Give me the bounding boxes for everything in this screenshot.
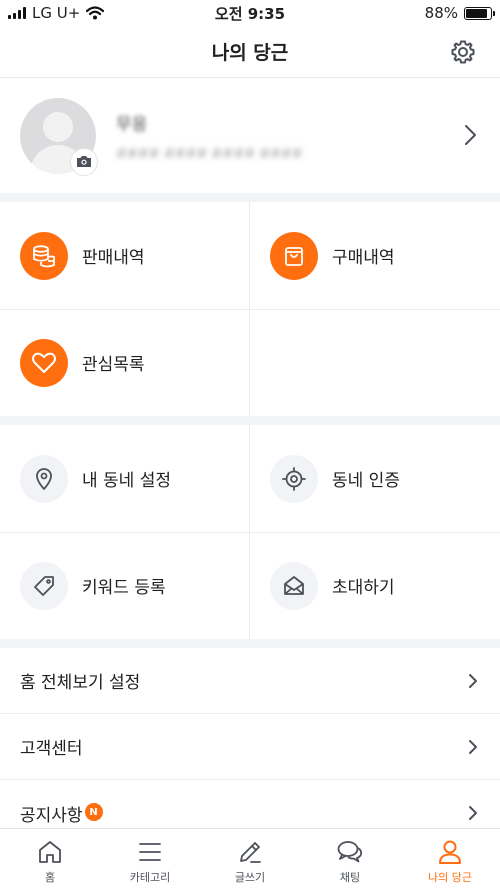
section-divider bbox=[0, 416, 500, 425]
menu-label: 동네 인증 bbox=[332, 471, 400, 491]
section-divider bbox=[0, 193, 500, 202]
chevron-right-icon bbox=[469, 740, 477, 754]
coins-icon bbox=[20, 231, 68, 280]
avatar[interactable] bbox=[20, 97, 98, 176]
home-icon bbox=[39, 841, 61, 863]
menu-watchlist[interactable]: 관심목록 bbox=[0, 309, 250, 416]
menu-invite[interactable]: 초대하기 bbox=[250, 532, 500, 639]
list-item-customer-center[interactable]: 고객센터 bbox=[0, 714, 500, 780]
menu-label: 키워드 등록 bbox=[82, 578, 166, 598]
menu-neighborhood-setting[interactable]: 내 동네 설정 bbox=[0, 425, 250, 532]
list-item-label: 공지사항 bbox=[20, 805, 83, 826]
menu-icon bbox=[139, 843, 161, 861]
chevron-right-icon bbox=[465, 125, 476, 145]
wifi-icon bbox=[86, 6, 105, 20]
person-icon bbox=[439, 840, 461, 864]
menu-label: 초대하기 bbox=[332, 578, 395, 598]
profile-sub: #### #### #### #### bbox=[116, 146, 303, 162]
status-bar: LG U+ 오전 9:35 88% bbox=[0, 0, 500, 26]
tab-label: 홈 bbox=[44, 871, 56, 884]
battery-icon bbox=[464, 6, 495, 20]
tab-chat[interactable]: 채팅 bbox=[300, 829, 400, 888]
menu-keyword-register[interactable]: 키워드 등록 bbox=[0, 532, 250, 639]
battery-fill bbox=[466, 8, 488, 18]
new-badge: N bbox=[84, 803, 103, 821]
camera-icon[interactable] bbox=[70, 147, 98, 176]
grid-divider bbox=[0, 532, 500, 533]
chevron-right-icon bbox=[469, 806, 477, 820]
list-item-label: 고객센터 bbox=[20, 739, 83, 759]
page-title: 나의 당근 bbox=[211, 42, 289, 64]
signal-icon bbox=[8, 7, 26, 19]
secondary-menu: 내 동네 설정 동네 인증 키워드 등록 초대하기 bbox=[0, 425, 500, 639]
chat-icon bbox=[337, 841, 363, 863]
list-item-home-view-setting[interactable]: 홈 전체보기 설정 bbox=[0, 648, 500, 714]
list-item-label: 홈 전체보기 설정 bbox=[20, 673, 141, 693]
tab-label: 글쓰기 bbox=[234, 871, 266, 884]
menu-label: 판매내역 bbox=[82, 248, 145, 268]
menu-sales-history[interactable]: 판매내역 bbox=[0, 202, 250, 309]
grid-divider bbox=[0, 309, 500, 310]
tab-home[interactable]: 홈 bbox=[0, 829, 100, 888]
tab-label: 카테고리 bbox=[129, 871, 171, 884]
tag-icon bbox=[20, 561, 68, 610]
menu-label: 내 동네 설정 bbox=[82, 471, 172, 491]
tab-label: 채팅 bbox=[339, 871, 361, 884]
menu-neighborhood-verify[interactable]: 동네 인증 bbox=[250, 425, 500, 532]
shopping-bag-icon bbox=[270, 231, 318, 280]
gear-icon[interactable] bbox=[450, 39, 476, 65]
section-divider bbox=[0, 639, 500, 648]
status-left: LG U+ bbox=[8, 4, 105, 22]
tab-category[interactable]: 카테고리 bbox=[100, 829, 200, 888]
envelope-icon bbox=[270, 561, 318, 610]
pencil-icon bbox=[240, 842, 261, 863]
location-pin-icon bbox=[20, 454, 68, 503]
battery-percent: 88% bbox=[424, 4, 458, 22]
carrier-label: LG U+ bbox=[32, 4, 81, 22]
profile-name: 무응 bbox=[116, 114, 148, 135]
profile-section[interactable]: 무응 #### #### #### #### bbox=[0, 78, 500, 193]
primary-menu: 판매내역 구매내역 관심목록 bbox=[0, 202, 500, 416]
tab-bar: 홈 카테고리 글쓰기 채팅 나의 당근 bbox=[0, 828, 500, 888]
heart-icon bbox=[20, 338, 68, 387]
chevron-right-icon bbox=[469, 674, 477, 688]
menu-label: 관심목록 bbox=[82, 355, 145, 375]
header: 나의 당근 bbox=[0, 26, 500, 78]
tab-my-karrot[interactable]: 나의 당근 bbox=[400, 829, 500, 888]
menu-purchase-history[interactable]: 구매내역 bbox=[250, 202, 500, 309]
status-right: 88% bbox=[424, 4, 495, 22]
menu-label: 구매내역 bbox=[332, 248, 395, 268]
tab-label: 나의 당근 bbox=[428, 871, 472, 884]
target-icon bbox=[270, 454, 318, 503]
tab-write[interactable]: 글쓰기 bbox=[200, 829, 300, 888]
